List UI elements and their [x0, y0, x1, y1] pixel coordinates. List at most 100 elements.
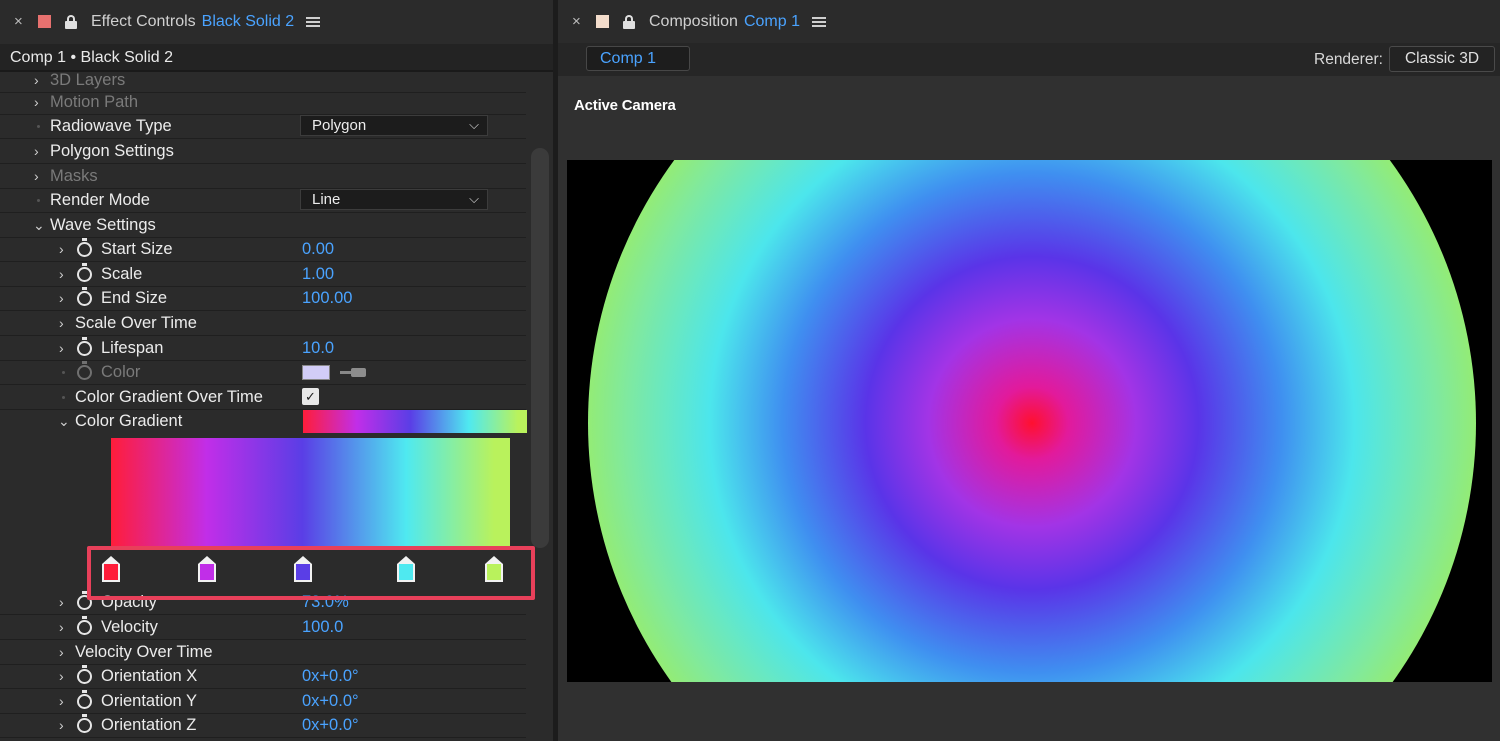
- chevron-right-icon[interactable]: ›: [59, 713, 69, 737]
- property-label: Color: [101, 363, 141, 381]
- tab-subject-layer[interactable]: Black Solid 2: [202, 13, 295, 31]
- property-row-polygon-settings[interactable]: › Polygon Settings: [0, 139, 526, 164]
- property-row-scale: › Scale 1.00: [0, 262, 526, 287]
- close-icon[interactable]: ×: [14, 13, 26, 30]
- chevron-right-icon[interactable]: ›: [59, 590, 69, 614]
- stopwatch-icon[interactable]: [77, 616, 92, 635]
- effect-controls-tab[interactable]: × Effect Controls Black Solid 2: [0, 0, 553, 43]
- bullet-icon: [37, 199, 40, 202]
- panel-menu-icon[interactable]: [306, 16, 321, 27]
- chevron-right-icon[interactable]: ›: [59, 286, 69, 310]
- orientation-z-value[interactable]: 0x+0.0°: [302, 713, 359, 737]
- chevron-down-icon[interactable]: ⌄: [33, 213, 45, 237]
- comp-breadcrumb-button[interactable]: Comp 1: [586, 46, 690, 71]
- chevron-right-icon[interactable]: ›: [59, 664, 69, 688]
- velocity-value[interactable]: 100.0: [302, 615, 343, 639]
- composition-panel: × Composition Comp 1 Comp 1 Renderer: Cl…: [558, 0, 1500, 741]
- close-icon[interactable]: ×: [572, 13, 584, 30]
- end-size-value[interactable]: 100.00: [302, 286, 352, 310]
- scrollbar[interactable]: [531, 148, 549, 548]
- renderer-button[interactable]: Classic 3D: [1389, 46, 1495, 72]
- property-row-radiowave-type: Radiowave Type Polygon ⌵: [0, 114, 526, 139]
- property-label: Orientation Y: [101, 692, 198, 710]
- radiowave-shape: [588, 160, 1476, 682]
- orientation-y-value[interactable]: 0x+0.0°: [302, 689, 359, 713]
- property-label: 3D Layers: [50, 71, 126, 89]
- chevron-down-icon[interactable]: ⌄: [58, 409, 70, 433]
- stopwatch-icon[interactable]: [77, 714, 92, 733]
- chevron-down-icon: ⌵: [469, 117, 479, 132]
- chevron-right-icon[interactable]: ›: [59, 311, 69, 335]
- scale-value[interactable]: 1.00: [302, 262, 334, 286]
- panel-menu-icon[interactable]: [811, 16, 826, 27]
- chevron-right-icon[interactable]: ›: [59, 689, 69, 713]
- stopwatch-icon[interactable]: [77, 287, 92, 306]
- chevron-right-icon[interactable]: ›: [34, 90, 44, 114]
- bullet-icon: [37, 125, 40, 128]
- property-label: Scale: [101, 265, 143, 283]
- property-label: Color Gradient Over Time: [75, 388, 263, 406]
- property-row-color: Color: [0, 360, 526, 385]
- label-color-swatch[interactable]: [596, 15, 609, 28]
- gradient-editor[interactable]: [111, 438, 510, 548]
- lock-icon[interactable]: [623, 14, 635, 29]
- dropdown-value: Line: [312, 191, 341, 208]
- property-row-3d-layers[interactable]: › 3D Layers: [0, 68, 526, 93]
- eyedropper-icon[interactable]: [340, 368, 366, 377]
- tab-title: Composition: [649, 12, 738, 30]
- gradient-over-time-checkbox[interactable]: ✓: [302, 388, 319, 405]
- composition-tab[interactable]: × Composition Comp 1: [558, 0, 1500, 43]
- chevron-right-icon[interactable]: ›: [59, 262, 69, 286]
- property-row-render-mode: Render Mode Line ⌵: [0, 188, 526, 213]
- render-mode-dropdown[interactable]: Line ⌵: [300, 189, 488, 210]
- color-swatch[interactable]: [302, 365, 330, 380]
- property-row-end-size: › End Size 100.00: [0, 286, 526, 311]
- property-row-orientation-y: › Orientation Y 0x+0.0°: [0, 689, 526, 714]
- radiowave-type-dropdown[interactable]: Polygon ⌵: [300, 115, 488, 136]
- stopwatch-icon[interactable]: [77, 238, 92, 257]
- property-label: Render Mode: [50, 191, 150, 209]
- tab-title: Effect Controls: [91, 12, 196, 30]
- chevron-right-icon[interactable]: ›: [59, 336, 69, 360]
- stopwatch-icon[interactable]: [77, 337, 92, 356]
- property-label: Motion Path: [50, 93, 139, 111]
- property-row-orientation-z: › Orientation Z 0x+0.0°: [0, 713, 526, 738]
- property-label: Start Size: [101, 240, 173, 258]
- property-row-wave-settings[interactable]: ⌄ Wave Settings: [0, 213, 526, 238]
- chevron-right-icon[interactable]: ›: [59, 615, 69, 639]
- stopwatch-icon[interactable]: [77, 263, 92, 282]
- property-label: Color Gradient: [75, 412, 183, 430]
- render-canvas[interactable]: [567, 160, 1492, 682]
- chevron-right-icon[interactable]: ›: [59, 640, 69, 664]
- property-row-masks[interactable]: › Masks: [0, 164, 526, 189]
- start-size-value[interactable]: 0.00: [302, 237, 334, 261]
- active-camera-label: Active Camera: [574, 97, 676, 114]
- chevron-down-icon: ⌵: [469, 191, 479, 206]
- gradient-preview-bar[interactable]: [303, 410, 527, 433]
- property-row-motion-path[interactable]: › Motion Path: [0, 90, 526, 115]
- property-row-start-size: › Start Size 0.00: [0, 237, 526, 262]
- property-row-velocity-over-time[interactable]: › Velocity Over Time: [0, 640, 526, 665]
- bullet-icon: [62, 371, 65, 374]
- stopwatch-icon[interactable]: [77, 665, 92, 684]
- orientation-x-value[interactable]: 0x+0.0°: [302, 664, 359, 688]
- chevron-right-icon[interactable]: ›: [34, 164, 44, 188]
- chevron-right-icon[interactable]: ›: [59, 237, 69, 261]
- composition-viewer[interactable]: Active Camera: [558, 76, 1500, 741]
- property-label: Wave Settings: [50, 216, 156, 234]
- chevron-right-icon[interactable]: ›: [34, 68, 44, 92]
- label-color-swatch[interactable]: [38, 15, 51, 28]
- property-row-velocity: › Velocity 100.0: [0, 615, 526, 640]
- stopwatch-icon[interactable]: [77, 690, 92, 709]
- lifespan-value[interactable]: 10.0: [302, 336, 334, 360]
- property-row-color-gradient[interactable]: ⌄ Color Gradient: [0, 409, 527, 434]
- chevron-right-icon[interactable]: ›: [34, 139, 44, 163]
- stopwatch-icon[interactable]: [77, 361, 92, 380]
- tab-subject-comp[interactable]: Comp 1: [744, 13, 800, 31]
- property-row-lifespan: › Lifespan 10.0: [0, 336, 526, 361]
- bullet-icon: [62, 396, 65, 399]
- property-label: Orientation Z: [101, 716, 197, 734]
- property-row-color-gradient-over-time: Color Gradient Over Time ✓: [0, 385, 526, 410]
- lock-icon[interactable]: [65, 14, 77, 29]
- property-row-scale-over-time[interactable]: › Scale Over Time: [0, 311, 526, 336]
